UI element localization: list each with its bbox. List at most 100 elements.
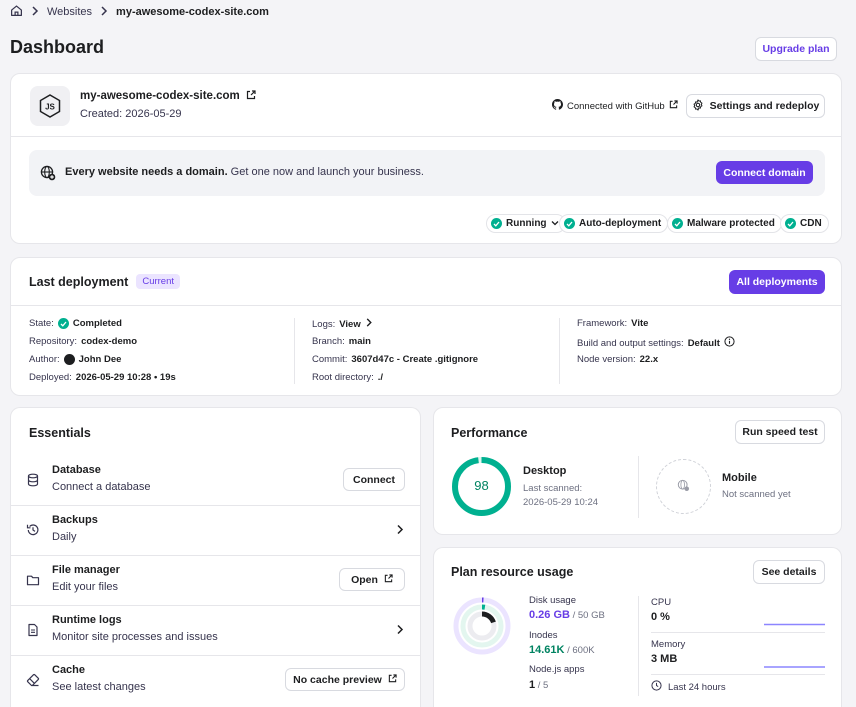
state-row: State: Completed [29,318,122,329]
all-deployments-button[interactable]: All deployments [729,270,825,294]
breadcrumb: Websites my-awesome-codex-site.com [10,4,269,20]
card-divider [11,305,841,306]
cache-title: Cache [52,664,86,676]
avatar [63,354,75,365]
root-directory-row: Root directory: ./ [312,372,384,383]
check-icon [491,218,502,229]
no-cache-preview-label: No cache preview [293,673,382,686]
disk-usage-value: 0.26 GB [529,609,570,621]
open-file-manager-button[interactable]: Open [339,568,405,591]
memory-label: Memory [651,639,686,650]
github-icon [552,99,563,113]
external-link-icon[interactable] [246,89,256,103]
file-manager-title: File manager [52,564,120,576]
current-badge: Current [136,274,181,289]
essentials-title: Essentials [29,426,91,440]
deployed-value: 2026-05-29 10:28 • 19s [75,372,176,383]
status-cdn-label: CDN [800,218,822,229]
essentials-item-backups[interactable]: Backups Daily [11,505,420,555]
desktop-scanned-label: Last scanned: [523,483,583,494]
column-divider [638,456,639,518]
desktop-scanned-date: 2026-05-29 10:24 [523,497,599,508]
upgrade-plan-button[interactable]: Upgrade plan [755,37,837,61]
github-connection[interactable]: Connected with GitHub [552,99,678,113]
settings-redeploy-button[interactable]: Settings and redeploy [686,94,825,118]
site-created: Created: 2026-05-29 [80,108,182,120]
branch-value: main [348,336,371,347]
globe-icon [677,479,690,495]
database-icon [26,473,40,487]
breadcrumb-websites[interactable]: Websites [47,6,92,18]
author-row: Author: John Dee [29,354,122,365]
cache-subtitle: See latest changes [52,681,146,693]
status-auto-deployment-label: Auto-deployment [579,218,662,229]
essentials-item-cache: Cache See latest changes No cache previe… [11,655,420,705]
repository-row: Repository: codex-demo [29,336,138,347]
inodes-limit: / 600K [564,645,595,656]
essentials-item-file-manager: File manager Edit your files Open [11,555,420,605]
framework-value: Vite [631,318,649,329]
folder-icon [26,573,40,587]
status-malware-protected: Malware protected [667,214,782,233]
node-version-row: Node version: 22.x [577,354,659,365]
no-cache-preview-button[interactable]: No cache preview [285,668,405,691]
domain-banner: Every website needs a domain. Get one no… [29,150,825,196]
node-version-value: 22.x [639,354,659,365]
page-title: Dashboard [10,37,105,57]
status-auto-deployment: Auto-deployment [559,214,669,233]
author-value: John Dee [78,354,122,365]
framework-row: Framework: Vite [577,318,649,329]
github-label: Connected with GitHub [567,100,665,112]
root-directory-value: ./ [377,372,384,383]
domain-banner-text: Get one now and launch your business. [227,166,424,178]
resource-usage-ring [453,597,511,655]
column-divider [294,318,295,384]
run-speed-test-button[interactable]: Run speed test [735,420,825,444]
disk-usage-limit: / 50 GB [569,610,605,621]
essentials-card: Essentials Database Connect a database C… [10,407,421,707]
see-details-button[interactable]: See details [753,560,825,584]
disk-usage-label: Disk usage [529,595,576,606]
desktop-score: 98 [474,478,489,493]
database-subtitle: Connect a database [52,481,151,493]
clock-icon [651,680,662,694]
home-icon[interactable] [10,4,23,20]
check-icon [785,218,796,229]
nodejs-apps-label: Node.js apps [529,664,585,675]
connect-database-button[interactable]: Connect [343,468,405,491]
deployed-row: Deployed: 2026-05-29 10:28 • 19s [29,372,176,383]
commit-row: Commit: 3607d47c - Create .gitignore [312,354,479,365]
deployment-card: Last deployment Current All deployments … [10,257,842,396]
logs-row[interactable]: Logs: View [312,318,373,330]
chevron-right-icon [100,5,108,19]
mobile-status: Not scanned yet [722,489,791,500]
deployment-title: Last deployment [29,274,129,289]
card-divider [11,136,841,137]
svg-text:JS: JS [45,103,55,112]
status-running[interactable]: Running [486,214,566,233]
chevron-right-icon [396,524,404,538]
resource-title: Plan resource usage [451,565,574,579]
backups-title: Backups [52,514,98,526]
site-name[interactable]: my-awesome-codex-site.com [80,90,240,102]
eraser-icon [26,673,40,687]
database-title: Database [52,464,101,476]
build-settings-value: Default [687,337,720,349]
open-label: Open [351,573,378,586]
history-icon [26,523,40,537]
mobile-label: Mobile [722,472,757,484]
connect-domain-button[interactable]: Connect domain [716,161,813,184]
essentials-item-runtime-logs[interactable]: Runtime logs Monitor site processes and … [11,605,420,655]
nodejs-apps-limit: / 5 [535,680,549,691]
performance-title: Performance [451,426,528,440]
status-running-label: Running [506,218,547,229]
nodejs-icon: JS [30,86,70,126]
status-cdn: CDN [780,214,829,233]
period-label: Last 24 hours [668,681,726,693]
external-link-icon [388,673,397,686]
cpu-value: 0 % [651,611,670,623]
info-icon[interactable] [724,336,735,350]
settings-redeploy-label: Settings and redeploy [709,100,820,112]
breadcrumb-current: my-awesome-codex-site.com [116,6,269,18]
status-malware-label: Malware protected [687,218,775,229]
